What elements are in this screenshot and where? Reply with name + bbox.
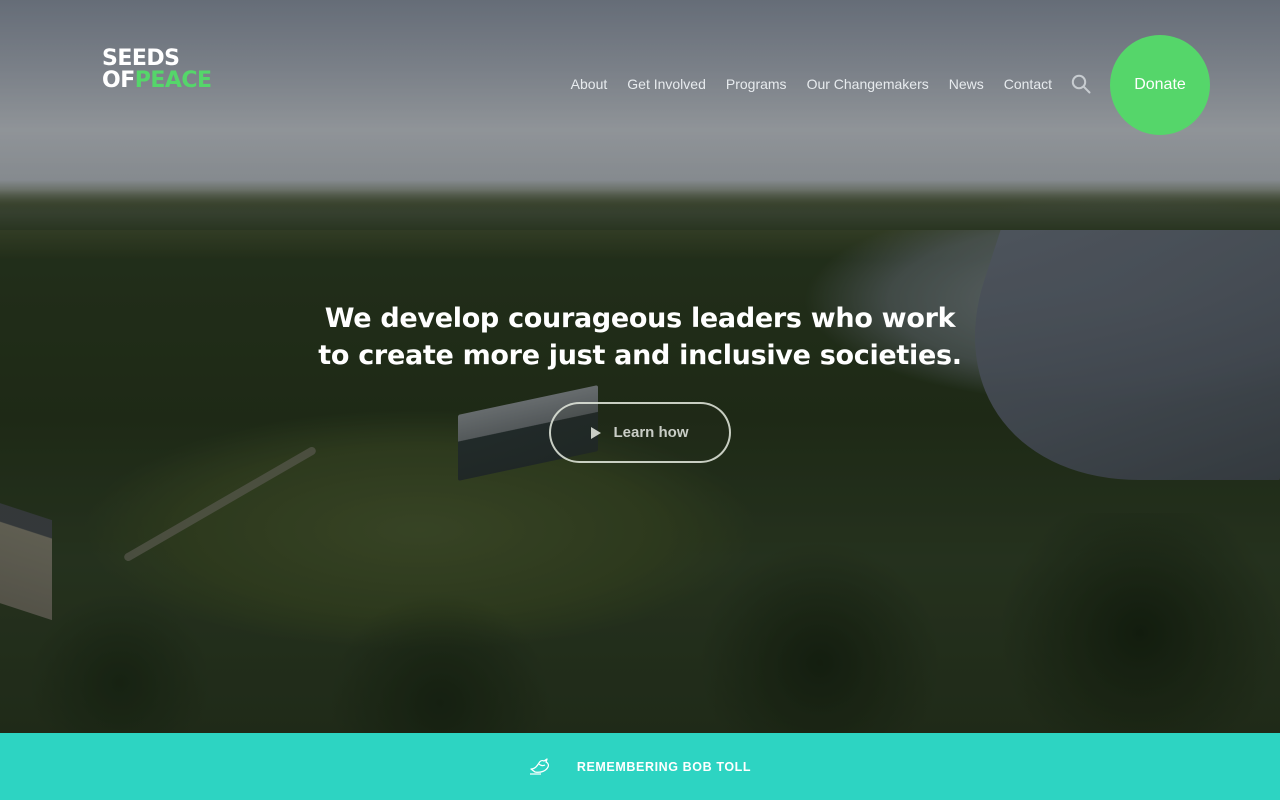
hero-headline-line2: to create more just and inclusive societ…: [318, 340, 962, 371]
dove-icon: [529, 757, 549, 775]
site-logo[interactable]: SEEDS OFPEACE: [102, 48, 212, 92]
hero-headline: We develop courageous leaders who work t…: [290, 300, 990, 374]
logo-peace: PEACE: [134, 68, 212, 93]
logo-of: OF: [102, 68, 135, 93]
logo-line1: SEEDS: [102, 46, 180, 71]
search-icon[interactable]: [1071, 74, 1091, 94]
play-icon: [591, 426, 602, 439]
nav-about[interactable]: About: [571, 76, 608, 92]
nav-contact[interactable]: Contact: [1004, 76, 1052, 92]
learn-how-label: Learn how: [613, 424, 689, 441]
logo-line2: OFPEACE: [102, 70, 212, 92]
nav-programs[interactable]: Programs: [726, 76, 787, 92]
nav-our-changemakers[interactable]: Our Changemakers: [807, 76, 929, 92]
donate-button[interactable]: Donate: [1110, 35, 1210, 135]
banner-text: REMEMBERING BOB TOLL: [576, 759, 752, 774]
hero-headline-line1: We develop courageous leaders who work: [324, 303, 956, 334]
learn-how-button[interactable]: Learn how: [549, 402, 731, 463]
nav-get-involved[interactable]: Get Involved: [627, 76, 706, 92]
main-nav: About Get Involved Programs Our Changema…: [551, 76, 1052, 92]
announcement-banner[interactable]: REMEMBERING BOB TOLL: [0, 733, 1280, 800]
nav-news[interactable]: News: [949, 76, 984, 92]
